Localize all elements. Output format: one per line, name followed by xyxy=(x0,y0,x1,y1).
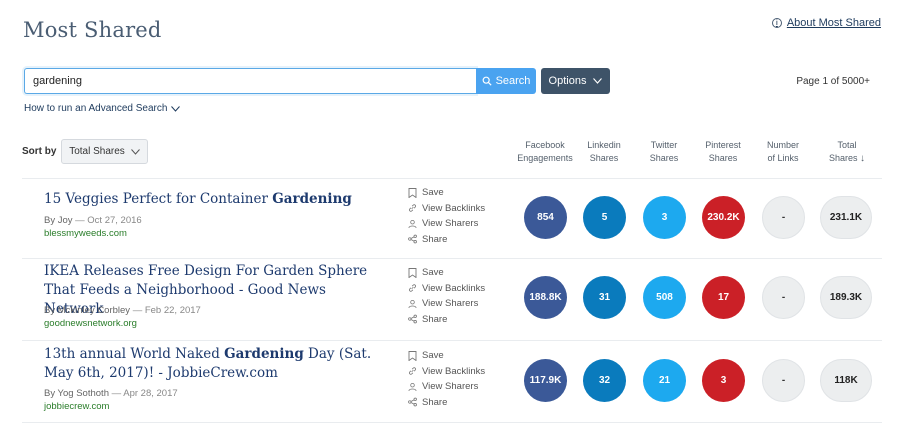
article-actions: Save View Backlinks View Sharers Share xyxy=(408,185,508,247)
twitter-shares: 3 xyxy=(643,196,686,239)
pinterest-shares: 3 xyxy=(702,359,745,402)
view-sharers-button[interactable]: View Sharers xyxy=(408,216,508,232)
link-icon xyxy=(409,284,416,292)
link-icon xyxy=(409,204,416,212)
bookmark-icon xyxy=(408,350,417,361)
page-count: Page 1 of 5000+ xyxy=(796,76,870,87)
share-button[interactable]: Share xyxy=(408,395,508,411)
number-of-links: - xyxy=(762,196,805,239)
bookmark-icon xyxy=(408,267,417,278)
view-sharers-button[interactable]: View Sharers xyxy=(408,296,508,312)
col-header-links[interactable]: Number of Links xyxy=(748,139,818,165)
facebook-engagements: 117.9K xyxy=(524,359,567,402)
pinterest-shares: 230.2K xyxy=(702,196,745,239)
view-sharers-button[interactable]: View Sharers xyxy=(408,379,508,395)
share-icon xyxy=(408,314,417,324)
divider xyxy=(22,178,882,179)
search-input[interactable] xyxy=(24,68,476,94)
linkedin-shares: 32 xyxy=(583,359,626,402)
user-icon xyxy=(408,382,417,391)
options-button[interactable]: Options xyxy=(541,68,610,94)
total-shares: 231.1K xyxy=(820,196,872,239)
facebook-engagements: 188.8K xyxy=(524,276,567,319)
article-domain[interactable]: jobbiecrew.com xyxy=(44,401,109,412)
link-icon xyxy=(409,367,416,375)
divider xyxy=(22,258,882,259)
share-button[interactable]: Share xyxy=(408,312,508,328)
user-icon xyxy=(408,299,417,308)
facebook-engagements: 854 xyxy=(524,196,567,239)
advanced-search-link[interactable]: How to run an Advanced Search xyxy=(24,103,181,114)
share-icon xyxy=(408,397,417,407)
save-button[interactable]: Save xyxy=(408,348,508,364)
twitter-shares: 508 xyxy=(643,276,686,319)
article-title[interactable]: 15 Veggies Perfect for Container Gardeni… xyxy=(44,190,379,209)
divider xyxy=(22,340,882,341)
sort-label: Sort by xyxy=(22,146,57,157)
col-header-total[interactable]: Total Shares ↓ xyxy=(812,139,882,165)
search-button-label: Search xyxy=(495,75,531,87)
linkedin-shares: 5 xyxy=(583,196,626,239)
view-backlinks-button[interactable]: View Backlinks xyxy=(408,281,508,297)
article-title[interactable]: 13th annual World Naked Gardening Day (S… xyxy=(44,345,379,383)
pinterest-shares: 17 xyxy=(702,276,745,319)
article-byline: By Yog Sothoth — Apr 28, 2017 xyxy=(44,388,178,399)
twitter-shares: 21 xyxy=(643,359,686,402)
divider xyxy=(22,422,882,423)
share-icon xyxy=(408,234,417,244)
options-button-label: Options xyxy=(548,75,587,87)
article-actions: Save View Backlinks View Sharers Share xyxy=(408,265,508,327)
chevron-down-icon xyxy=(171,105,181,112)
search-icon xyxy=(482,76,492,86)
sort-selected-value: Total Shares xyxy=(69,146,125,157)
article-actions: Save View Backlinks View Sharers Share xyxy=(408,348,508,410)
article-byline: By Joy — Oct 27, 2016 xyxy=(44,215,142,226)
article-byline: By Mckinley Corbley — Feb 22, 2017 xyxy=(44,305,201,316)
bookmark-icon xyxy=(408,187,417,198)
view-backlinks-button[interactable]: View Backlinks xyxy=(408,201,508,217)
save-button[interactable]: Save xyxy=(408,185,508,201)
info-icon: i xyxy=(771,18,782,28)
search-button[interactable]: Search xyxy=(476,68,536,94)
about-most-shared-link[interactable]: i About Most Shared xyxy=(771,17,881,29)
article-domain[interactable]: blessmyweeds.com xyxy=(44,228,127,239)
view-backlinks-button[interactable]: View Backlinks xyxy=(408,364,508,380)
number-of-links: - xyxy=(762,276,805,319)
share-button[interactable]: Share xyxy=(408,232,508,248)
linkedin-shares: 31 xyxy=(583,276,626,319)
sort-select[interactable]: Total Shares xyxy=(61,139,148,164)
article-domain[interactable]: goodnewsnetwork.org xyxy=(44,318,137,329)
sort-arrow-icon: ↓ xyxy=(860,153,866,164)
user-icon xyxy=(408,219,417,228)
advanced-search-label: How to run an Advanced Search xyxy=(24,103,168,114)
about-link-label: About Most Shared xyxy=(786,17,881,29)
total-shares: 189.3K xyxy=(820,276,872,319)
number-of-links: - xyxy=(762,359,805,402)
save-button[interactable]: Save xyxy=(408,265,508,281)
page-title: Most Shared xyxy=(23,18,162,42)
chevron-down-icon xyxy=(130,148,140,155)
total-shares: 118K xyxy=(820,359,872,402)
chevron-down-icon xyxy=(593,78,603,84)
